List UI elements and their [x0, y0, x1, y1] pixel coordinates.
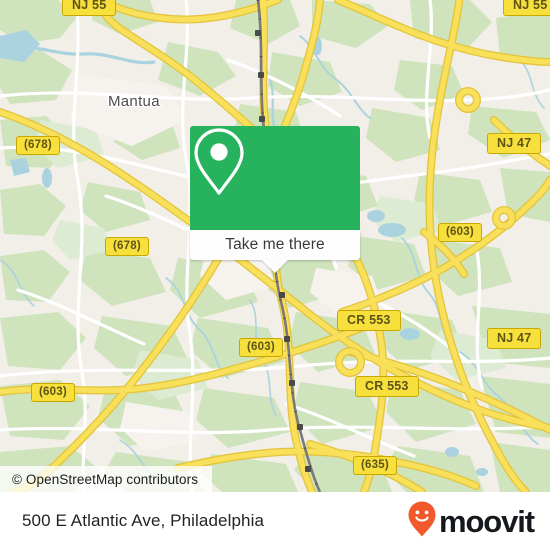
- moovit-map-screenshot: Mantua NJ 55 NJ 55 (678) (678) NJ 47 (60…: [0, 0, 550, 550]
- road-shield: (603): [31, 383, 75, 402]
- moovit-smiley-pin-icon: [407, 500, 437, 543]
- footer-bar: 500 E Atlantic Ave, Philadelphia moovit: [0, 492, 550, 550]
- moovit-wordmark: moovit: [438, 503, 535, 539]
- road-shield: CR 553: [355, 376, 419, 397]
- moovit-logo[interactable]: moovit: [407, 500, 535, 543]
- take-me-there-label: Take me there: [225, 236, 325, 253]
- road-shield: CR 553: [337, 310, 401, 331]
- road-shield: NJ 47: [487, 133, 542, 154]
- osm-attribution-text: © OpenStreetMap contributors: [12, 471, 199, 487]
- road-shield: (635): [353, 456, 397, 475]
- road-shield: (603): [239, 338, 283, 357]
- callout-tail: [262, 260, 288, 273]
- road-shield: (678): [105, 237, 149, 256]
- map-canvas[interactable]: Mantua NJ 55 NJ 55 (678) (678) NJ 47 (60…: [0, 0, 550, 492]
- osm-attribution[interactable]: © OpenStreetMap contributors: [0, 466, 213, 492]
- road-shield: NJ 55: [503, 0, 550, 16]
- road-shield: (678): [16, 136, 60, 155]
- road-shield: (603): [438, 223, 482, 242]
- road-shield: NJ 47: [487, 328, 542, 349]
- callout-icon-panel: [190, 126, 360, 230]
- place-label-mantua: Mantua: [108, 93, 160, 110]
- take-me-there-button[interactable]: Take me there: [190, 230, 360, 260]
- destination-callout[interactable]: Take me there: [190, 126, 360, 273]
- address-label: 500 E Atlantic Ave, Philadelphia: [22, 511, 265, 530]
- road-shield: NJ 55: [62, 0, 117, 16]
